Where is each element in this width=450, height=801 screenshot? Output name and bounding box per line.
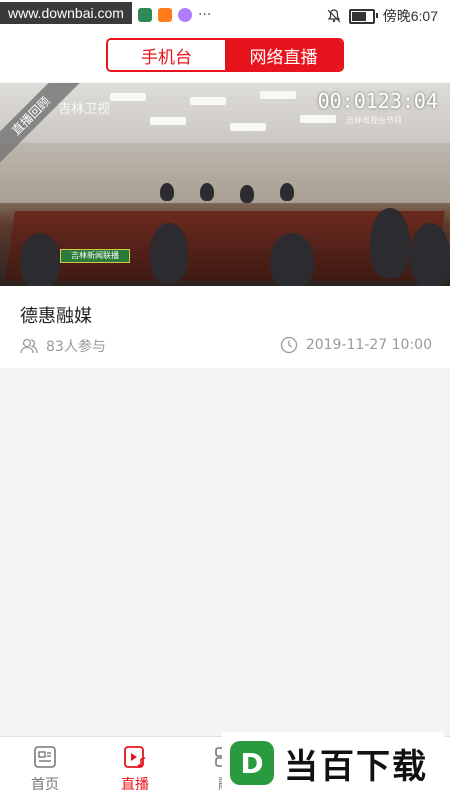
attendee [270, 233, 314, 286]
status-bar: www.downbai.com ··· 傍晚6:07 [0, 0, 450, 32]
watermark: www.downbai.com [0, 2, 132, 24]
attendee [200, 183, 214, 201]
ceiling-light [260, 91, 296, 99]
tab-live[interactable]: 直播 [90, 737, 180, 801]
notification-icons: ··· [138, 8, 211, 22]
app-notification-icon [138, 8, 152, 22]
attendee [150, 223, 188, 283]
video-scene-wall [0, 143, 450, 203]
attendee [370, 208, 410, 278]
people-icon [20, 338, 38, 354]
header: 手机台 网络直播 [0, 32, 450, 82]
participants-meta: 83人参与 [20, 336, 106, 356]
more-notifications-icon: ··· [198, 7, 212, 23]
status-right: 傍晚6:07 [327, 6, 438, 26]
ceiling-light [230, 123, 266, 131]
attendee [410, 223, 450, 286]
live-icon [124, 746, 146, 768]
live-item-title: 德惠融媒 [20, 306, 92, 327]
attendee [20, 233, 60, 286]
tab-home-label: 首页 [31, 777, 59, 793]
live-video-thumbnail[interactable]: 直播回顾 吉林卫视 00:0123:04 吉林电视台节目 吉林新闻联播 [0, 83, 450, 286]
watermark-logo: D [230, 741, 274, 785]
tab-mobile-tv[interactable]: 手机台 [108, 40, 225, 70]
battery-icon [348, 8, 378, 24]
attendee [280, 183, 294, 201]
live-item-card[interactable]: 德惠融媒 83人参与 2019-11-27 10:00 [0, 286, 450, 368]
video-app-icon [158, 8, 172, 22]
tab-web-live[interactable]: 网络直播 [225, 40, 342, 70]
channel-segmented-control: 手机台 网络直播 [106, 38, 344, 72]
attendee [240, 185, 254, 203]
download-site-watermark: D 当百下载 [222, 732, 444, 794]
ceiling-light [300, 115, 336, 123]
datetime-meta: 2019-11-27 10:00 [280, 336, 432, 354]
clock: 傍晚6:07 [382, 8, 438, 24]
news-banner-text: 吉林新闻联播 [71, 251, 119, 260]
news-icon [34, 746, 56, 768]
video-timecode: 00:0123:04 [317, 89, 438, 113]
timecode-caption: 吉林电视台节目 [346, 116, 402, 125]
participants-count: 83人参与 [46, 339, 106, 355]
tab-home[interactable]: 首页 [0, 737, 90, 801]
clock-icon [280, 336, 297, 354]
ceiling-light [150, 117, 186, 125]
bell-off-icon [327, 9, 341, 23]
tab-live-label: 直播 [121, 777, 149, 793]
attendee [160, 183, 174, 201]
browser-app-icon [178, 8, 192, 22]
channel-logo: 吉林卫视 [58, 102, 111, 117]
news-banner: 吉林新闻联播 [60, 249, 130, 263]
live-datetime: 2019-11-27 10:00 [305, 337, 432, 353]
ceiling-light [110, 93, 146, 101]
ceiling-light [190, 97, 226, 105]
watermark-text: 当百下载 [284, 746, 428, 787]
